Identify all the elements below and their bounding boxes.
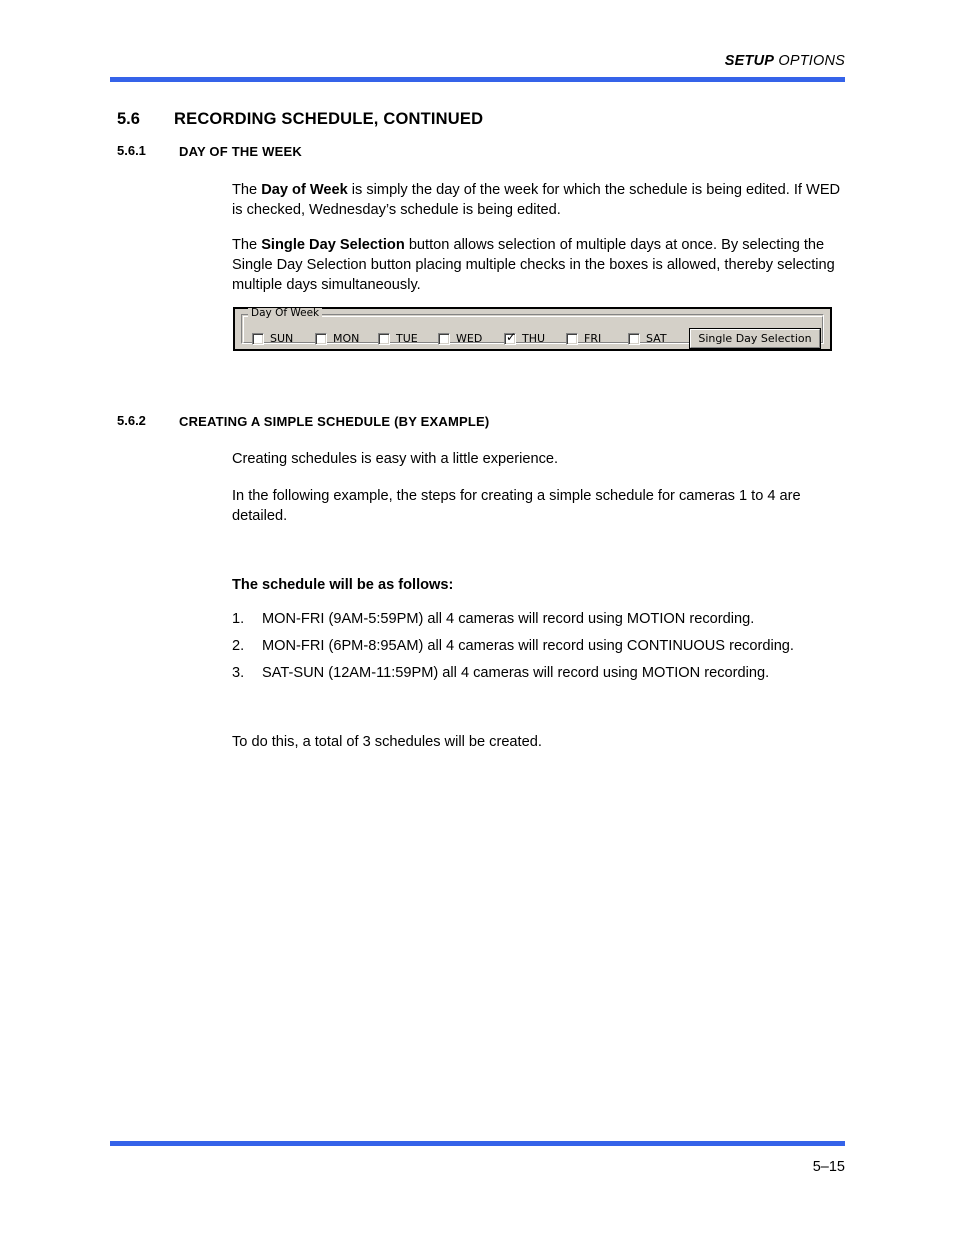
- checkbox-wed-label: WED: [456, 332, 483, 345]
- list-item-text: SAT-SUN (12AM-11:59PM) all 4 cameras wil…: [262, 665, 770, 681]
- checkbox-tue-box[interactable]: [378, 333, 390, 345]
- checkbox-thu[interactable]: ✓ THU: [504, 329, 545, 349]
- checkbox-tue-label: TUE: [396, 332, 418, 345]
- checkbox-fri-label: FRI: [584, 332, 602, 345]
- subsection-day-number: 5.6.1: [117, 143, 146, 158]
- single-day-selection-button-label: Single Day Selection: [690, 329, 820, 348]
- checkbox-sun-label: SUN: [270, 332, 294, 345]
- page-number: 5–15: [812, 1159, 845, 1175]
- checkbox-sat[interactable]: SAT: [628, 329, 667, 349]
- checkbox-thu-label: THU: [522, 332, 546, 345]
- list-item-text: MON-FRI (6PM-8:95AM) all 4 cameras will …: [262, 638, 794, 654]
- day-of-week-groupbox: Day Of Week SUN MON TUE WED ✓ THU FRI SA…: [241, 308, 824, 349]
- header-title-rest: OPTIONS: [774, 53, 845, 69]
- list-item-marker: 3.: [232, 665, 245, 681]
- day-of-week-checkbox-row: SUN MON TUE WED ✓ THU FRI SAT Single Day…: [242, 328, 823, 353]
- checkbox-fri[interactable]: FRI: [566, 329, 601, 349]
- day-of-week-panel: Day Of Week SUN MON TUE WED ✓ THU FRI SA…: [233, 307, 832, 351]
- day-of-week-legend: Day Of Week: [248, 308, 323, 319]
- section-heading-title: RECORDING SCHEDULE, CONTINUED: [174, 110, 484, 128]
- checkbox-mon-label: MON: [333, 332, 360, 345]
- list-item-marker: 2.: [232, 638, 245, 654]
- checkbox-mon[interactable]: MON: [315, 329, 359, 349]
- subsection-heading-day-of-week: 5.6.1 DAY OF THE WEEK: [117, 143, 302, 161]
- paragraph-single-day-pre: The: [232, 237, 262, 253]
- schedule-list: 1. MON-FRI (9AM-5:59PM) all 4 cameras wil…: [232, 609, 852, 690]
- subsection-simple-title: CREATING A SIMPLE SCHEDULE (BY EXAMPLE): [179, 414, 490, 429]
- paragraph-single-day-bold: Single Day Selection: [261, 237, 405, 253]
- checkbox-sat-box[interactable]: [628, 333, 640, 345]
- checkbox-sun[interactable]: SUN: [252, 329, 293, 349]
- paragraph-single-day-selection: The Single Day Selection button allows s…: [232, 235, 847, 295]
- paragraph-example: In the following example, the steps for …: [232, 488, 801, 524]
- section-heading: 5.6 RECORDING SCHEDULE, CONTINUED: [117, 110, 483, 129]
- checkbox-wed[interactable]: WED: [438, 329, 482, 349]
- checkbox-sun-box[interactable]: [252, 333, 264, 345]
- schedule-lead: The schedule will be as follows:: [232, 577, 454, 593]
- checkbox-tue[interactable]: TUE: [378, 329, 418, 349]
- section-heading-number: 5.6: [117, 110, 140, 128]
- checkbox-fri-box[interactable]: [566, 333, 578, 345]
- checkbox-sat-label: SAT: [646, 332, 667, 345]
- paragraph-day-of-week-pre: The: [232, 182, 262, 198]
- list-item-marker: 1.: [232, 611, 245, 627]
- footer-rule: [110, 1141, 845, 1146]
- subsection-simple-number: 5.6.2: [117, 413, 146, 428]
- list-item: 2. MON-FRI (6PM-8:95AM) all 4 cameras wil…: [232, 636, 852, 663]
- paragraph-total: To do this, a total of 3 schedules will …: [232, 734, 542, 750]
- paragraph-day-of-week-bold: Day of Week: [261, 182, 348, 198]
- header-title: SETUP OPTIONS: [725, 53, 845, 69]
- checkbox-mon-box[interactable]: [315, 333, 327, 345]
- checkbox-wed-box[interactable]: [438, 333, 450, 345]
- page-header: SETUP OPTIONS: [110, 52, 845, 70]
- checkbox-thu-check-icon: ✓: [506, 330, 517, 344]
- single-day-selection-button[interactable]: Single Day Selection: [689, 328, 821, 349]
- list-item-text: MON-FRI (9AM-5:59PM) all 4 cameras will …: [262, 611, 755, 627]
- list-item: 3. SAT-SUN (12AM-11:59PM) all 4 cameras w…: [232, 663, 852, 690]
- subsection-day-title: DAY OF THE WEEK: [179, 144, 302, 159]
- checkbox-thu-box[interactable]: ✓: [504, 330, 517, 345]
- paragraph-day-of-week: The Day of Week is simply the day of the…: [232, 180, 847, 220]
- header-title-strong: SETUP: [724, 53, 775, 69]
- subsection-heading-simple-schedule: 5.6.2 CREATING A SIMPLE SCHEDULE (BY EXAM…: [117, 413, 489, 431]
- paragraph-easy: Creating schedules is easy with a little…: [232, 451, 559, 467]
- header-rule: [110, 77, 845, 82]
- list-item: 1. MON-FRI (9AM-5:59PM) all 4 cameras wil…: [232, 609, 852, 636]
